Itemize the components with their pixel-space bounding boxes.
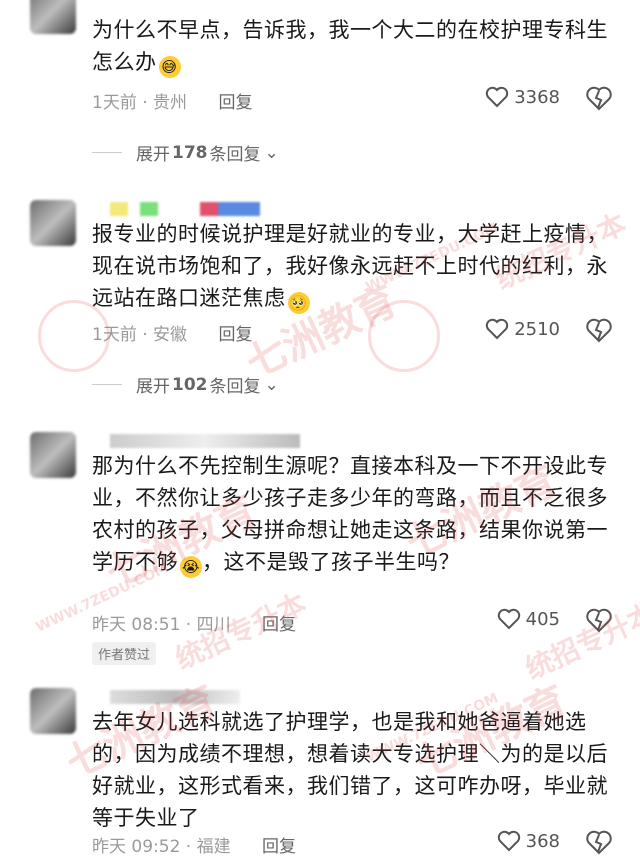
comment-text: 那为什么不先控制生源呢？直接本科及一下不开设此专业，不然你让多少孩子走多少年的弯… — [92, 450, 622, 578]
expand-label: 展开 — [136, 377, 170, 397]
timestamp: 昨天 08:51 — [92, 615, 181, 635]
comment-meta: 1天前 · 贵州 回复 — [92, 93, 253, 113]
reply-count: 178 — [172, 142, 208, 163]
watermark-sub: 统招专升本 — [520, 596, 640, 686]
username-blur — [110, 690, 240, 704]
expand-suffix: 条回复 — [209, 377, 261, 397]
avatar[interactable] — [30, 432, 76, 478]
divider — [92, 152, 122, 153]
dislike-icon[interactable] — [586, 608, 612, 634]
crying-face-emoji-icon: 😭 — [180, 556, 202, 578]
avatar[interactable] — [30, 688, 76, 734]
like-button[interactable]: 405 — [497, 608, 560, 630]
location: 安徽 — [153, 325, 188, 345]
reply-button[interactable]: 回复 — [262, 837, 296, 857]
comment-meta: 1天前 · 安徽 回复 — [92, 325, 253, 345]
comment-text: 为什么不早点，告诉我，我一个大二的在校护理专科生怎么办 😅 — [92, 14, 622, 78]
reply-button[interactable]: 回复 — [218, 93, 252, 113]
timestamp: 昨天 09:52 — [92, 837, 181, 857]
location: 贵州 — [153, 93, 188, 113]
dislike-icon[interactable] — [586, 830, 612, 856]
avatar[interactable] — [30, 0, 76, 34]
avatar[interactable] — [30, 200, 76, 246]
location: 四川 — [196, 615, 231, 635]
comment-text: 去年女儿选科就选了护理学，也是我和她爸逼着她选的，因为成绩不理想，想着读大专选护… — [92, 706, 622, 834]
like-button[interactable]: 2510 — [485, 318, 560, 340]
like-button[interactable]: 368 — [497, 830, 560, 852]
expand-suffix: 条回复 — [209, 145, 261, 165]
location: 福建 — [196, 837, 231, 857]
comment-meta: 昨天 08:51 · 四川 回复 — [92, 615, 297, 635]
divider — [92, 384, 122, 385]
username-blur — [110, 202, 260, 216]
like-count: 405 — [525, 608, 560, 630]
timestamp: 1天前 — [92, 93, 137, 113]
comment-body-continued: ，这不是毁了孩子半生吗？ — [202, 550, 460, 574]
reply-count: 102 — [172, 374, 208, 395]
heart-icon — [497, 830, 520, 852]
chevron-down-icon: ⌄ — [264, 142, 279, 163]
heart-icon — [485, 318, 509, 340]
grin-sweat-emoji-icon: 😅 — [158, 56, 181, 78]
heart-icon — [497, 608, 520, 630]
like-count: 368 — [525, 830, 560, 852]
author-liked-badge: 作者赞过 — [92, 642, 157, 665]
comment-text: 报专业的时候说护理是好就业的专业，大学赶上疫情，现在说市场饱和了，我好像永远赶不… — [92, 218, 622, 314]
comment-meta: 昨天 09:52 · 福建 回复 — [92, 837, 297, 857]
comment-body: 报专业的时候说护理是好就业的专业，大学赶上疫情，现在说市场饱和了，我好像永远赶不… — [92, 222, 608, 310]
chevron-down-icon: ⌄ — [264, 374, 279, 395]
reply-button[interactable]: 回复 — [218, 325, 252, 345]
dislike-icon[interactable] — [586, 86, 612, 112]
like-count: 2510 — [514, 318, 560, 340]
comment-body: 去年女儿选科就选了护理学，也是我和她爸逼着她选的，因为成绩不理想，想着读大专选护… — [92, 710, 608, 830]
heart-icon — [485, 86, 509, 108]
like-count: 3368 — [514, 86, 560, 108]
dislike-icon[interactable] — [586, 318, 612, 344]
expand-label: 展开 — [136, 145, 170, 165]
reply-button[interactable]: 回复 — [262, 615, 296, 635]
expand-replies-button[interactable]: 展开 178 条回复 ⌄ — [92, 140, 279, 165]
timestamp: 1天前 — [92, 325, 137, 345]
pleading-face-emoji-icon: 🥺 — [287, 292, 310, 314]
username-blur — [110, 434, 300, 448]
expand-replies-button[interactable]: 展开 102 条回复 ⌄ — [92, 372, 279, 397]
like-button[interactable]: 3368 — [485, 86, 560, 108]
